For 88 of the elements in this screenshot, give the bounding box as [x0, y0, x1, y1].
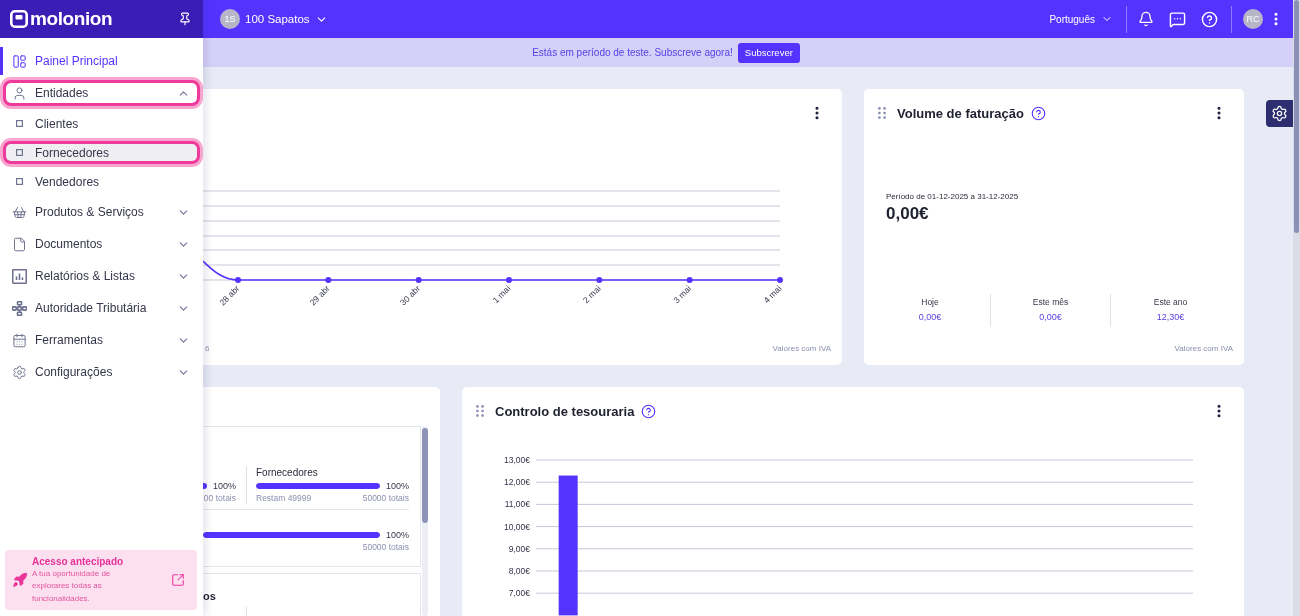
- data-point: [415, 277, 422, 283]
- stat-value: 0,00€: [918, 311, 942, 324]
- stat-value: 0,00€: [1039, 311, 1062, 324]
- axis-label: 12,00€: [504, 477, 530, 488]
- rocket-icon: [12, 572, 28, 588]
- nav-item[interactable]: Autoridade Tributária: [0, 292, 203, 324]
- settings-button[interactable]: [1266, 100, 1293, 127]
- axis-label: 29 abr: [307, 283, 332, 308]
- axis-label: 8,00€: [508, 566, 530, 576]
- promo-title: Acesso antecipado: [32, 554, 125, 568]
- square-bullet-icon: [16, 178, 23, 185]
- stat-label: Este ano: [1153, 296, 1188, 308]
- axis-label: 13,00€: [504, 455, 530, 465]
- total-text: 00 totais: [203, 493, 236, 503]
- user-icon: [12, 85, 27, 101]
- nav-item[interactable]: Painel Principal: [0, 45, 203, 77]
- total-amount: 0,00€: [886, 203, 929, 225]
- axis-label: 11,00€: [504, 499, 530, 510]
- data-point: [325, 277, 332, 283]
- drag-handle-icon[interactable]: [878, 107, 886, 119]
- nav-item[interactable]: Relatórios & Listas: [0, 260, 203, 292]
- logo-icon: [10, 10, 28, 28]
- promo-text: A tua oportunidade de explorares todas as funcionalidades.: [32, 567, 112, 605]
- calendar-icon: [12, 332, 27, 348]
- nav-subitem[interactable]: Clientes: [0, 109, 203, 138]
- data-point: [777, 277, 783, 283]
- nodes-icon: [12, 300, 27, 316]
- help-icon[interactable]: [1030, 105, 1046, 121]
- settings-icon: [1271, 105, 1288, 122]
- nav-item[interactable]: Entidades: [0, 77, 203, 109]
- scrollbar-thumb[interactable]: [422, 428, 428, 523]
- percent-text: 100%: [385, 481, 409, 491]
- data-point: [235, 277, 241, 283]
- total-text: 50000 totais: [362, 493, 409, 503]
- bar-chart-icon: [12, 268, 27, 284]
- stat-label: Este mês: [1032, 296, 1069, 308]
- company-selector[interactable]: 1S 100 Sapatos: [220, 9, 328, 29]
- square-bullet-icon: [16, 120, 23, 127]
- logo-text: molonion: [30, 8, 113, 30]
- footnote-text: Valores com IVA: [1174, 343, 1233, 353]
- pin-icon[interactable]: [178, 12, 192, 26]
- axis-label: 1 mai: [490, 283, 513, 306]
- square-bullet-icon: [16, 149, 23, 156]
- stat-value: 12,30€: [1156, 311, 1185, 324]
- percent-text: 100%: [212, 481, 236, 491]
- nav-item[interactable]: Ferramentas: [0, 324, 203, 356]
- period-text: Período de 01-12-2025 a 31-12-2025: [886, 191, 1019, 203]
- card-title: Controlo de tesouraria: [495, 403, 635, 419]
- data-point: [506, 277, 512, 283]
- banner-text: Estás em período de teste. Subscreve agora!: [532, 47, 733, 58]
- company-avatar: 1S: [220, 9, 240, 29]
- data-point: [596, 277, 603, 283]
- axis-label: 7,00€: [508, 588, 530, 599]
- chat-icon[interactable]: [1169, 10, 1186, 28]
- drag-handle-icon[interactable]: [476, 405, 484, 417]
- axis-label: 10,00€: [504, 521, 530, 532]
- axis-label: 28 abr: [217, 283, 242, 308]
- nav-subitem[interactable]: Vendedores: [0, 167, 203, 196]
- note-text: 6: [205, 343, 210, 353]
- stat-label: Hoje: [921, 296, 939, 308]
- dashboard-icon: [12, 53, 27, 69]
- card-title: Volume de faturação: [897, 105, 1024, 121]
- axis-label: 30 abr: [397, 283, 423, 308]
- help-icon[interactable]: [641, 403, 657, 419]
- nav-item[interactable]: Produtos & Serviços: [0, 196, 203, 228]
- subscribe-button[interactable]: Subscrever: [737, 42, 800, 63]
- axis-label: 2 mai: [580, 283, 603, 306]
- settings-icon: [12, 364, 27, 380]
- total-text: 50000 totais: [362, 542, 409, 552]
- meter-label: Fornecedores: [256, 466, 319, 480]
- data-point: [686, 277, 693, 283]
- language-selector[interactable]: Português: [1049, 13, 1113, 25]
- nav-item[interactable]: Documentos: [0, 228, 203, 260]
- nav-item[interactable]: Configurações: [0, 356, 203, 388]
- percent-text: 100%: [385, 530, 409, 540]
- axis-label: 9,00€: [508, 543, 530, 554]
- scrollbar-thumb[interactable]: [1294, 0, 1299, 233]
- remaining-text: Restam 49999: [256, 493, 312, 503]
- footnote-text: Valores com IVA: [772, 343, 831, 353]
- nav-subitem[interactable]: Fornecedores: [0, 138, 203, 167]
- bar-end-icon: [203, 483, 207, 489]
- section-title: os: [203, 589, 217, 603]
- external-link-icon[interactable]: [171, 573, 185, 587]
- axis-label: 3 mai: [671, 283, 694, 306]
- basket-icon: [12, 204, 27, 220]
- axis-label: 4 mai: [761, 283, 784, 306]
- bell-icon[interactable]: [1138, 11, 1154, 27]
- file-icon: [12, 236, 27, 252]
